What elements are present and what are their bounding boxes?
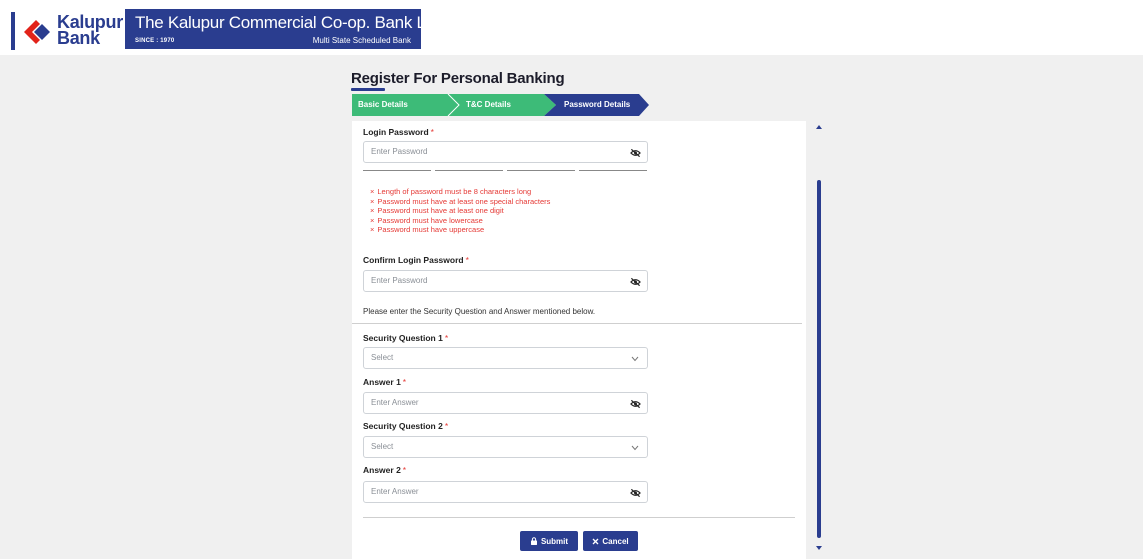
password-rule-text: Password must have at least one digit (377, 206, 504, 216)
password-rule: × Password must have at least one digit (370, 206, 550, 216)
password-rule: × Password must have uppercase (370, 225, 550, 235)
confirm-password-label: Confirm Login Password * (363, 255, 469, 265)
login-password-input[interactable]: Enter Password (363, 141, 648, 163)
bank-tagline: Multi State Scheduled Bank (312, 36, 411, 45)
answer-2-label-text: Answer 2 (363, 465, 401, 475)
actions-divider (363, 517, 795, 518)
login-password-label-text: Login Password (363, 127, 429, 137)
strength-bar-1 (363, 170, 431, 171)
confirm-password-placeholder: Enter Password (371, 276, 428, 285)
security-info-text: Please enter the Security Question and A… (363, 307, 596, 316)
security-question-1-label-text: Security Question 1 (363, 333, 443, 343)
close-icon: × (370, 215, 375, 225)
eye-off-icon[interactable] (630, 488, 641, 498)
submit-button-label: Submit (540, 536, 569, 546)
close-icon: × (370, 187, 375, 196)
chevron-down-icon (631, 356, 639, 362)
eye-off-icon[interactable] (630, 148, 641, 158)
password-rule-text: Password must have lowercase (377, 215, 483, 225)
required-mark: * (430, 127, 434, 137)
answer-1-input[interactable]: Enter Answer (363, 392, 648, 414)
close-icon: × (370, 206, 375, 216)
password-rule: × Password must have lowercase (370, 216, 550, 226)
chevron-down-icon (631, 445, 639, 451)
answer-2-input[interactable]: Enter Answer (363, 481, 648, 503)
security-question-1-label: Security Question 1 * (363, 333, 448, 343)
close-icon (592, 538, 599, 544)
strength-bar-4 (579, 170, 647, 171)
password-rule-text: Password must have uppercase (377, 225, 485, 235)
cancel-button-label: Cancel (602, 536, 629, 546)
section-divider (352, 323, 802, 324)
password-rules-list: × Length of password must be 8 characters… (370, 187, 550, 235)
close-icon: × (370, 196, 375, 206)
answer-1-label-text: Answer 1 (363, 377, 401, 387)
password-form: Login Password * Enter Password × Length o… (352, 121, 806, 559)
password-rule-text: Length of password must be 8 characters … (377, 187, 532, 196)
submit-button[interactable]: Submit (520, 531, 578, 551)
bank-banner: The Kalupur Commercial Co-op. Bank Ltd. … (125, 9, 444, 49)
page-title: Register For Personal Banking (351, 70, 565, 87)
login-password-label: Login Password * (363, 127, 434, 137)
step-divider-icon (447, 94, 460, 116)
step-tc-details[interactable]: T&C Details (446, 94, 556, 116)
title-underline (351, 88, 385, 91)
security-question-2-value: Select (371, 442, 394, 451)
strength-bar-2 (435, 170, 503, 171)
scroll-down-arrow-icon[interactable] (816, 545, 822, 551)
required-mark: * (402, 465, 407, 475)
security-question-1-value: Select (371, 353, 394, 362)
app-header: Kalupur Bank The Kalupur Commercial Co-o… (0, 0, 1143, 55)
answer-1-label: Answer 1 * (363, 377, 406, 387)
required-mark: * (444, 333, 449, 343)
scrollbar-thumb[interactable] (817, 180, 821, 538)
header-accent-bar (11, 12, 15, 50)
password-rule: × Length of password must be 8 characters… (370, 187, 550, 197)
login-password-placeholder: Enter Password (371, 147, 428, 156)
security-question-2-label: Security Question 2 * (363, 421, 448, 431)
required-mark: * (444, 421, 449, 431)
eye-off-icon[interactable] (630, 277, 641, 287)
required-mark: * (465, 255, 469, 265)
bank-logo[interactable]: Kalupur Bank (22, 13, 130, 48)
confirm-password-input[interactable]: Enter Password (363, 270, 648, 292)
scroll-up-arrow-icon[interactable] (816, 124, 822, 130)
password-rule: × Password must have at least one special… (370, 197, 550, 207)
strength-bar-3 (507, 170, 575, 171)
kalupur-logo-icon (24, 20, 50, 44)
since-text: SINCE : 1970 (135, 38, 175, 44)
answer-1-placeholder: Enter Answer (371, 398, 419, 407)
lock-icon (530, 537, 537, 545)
required-mark: * (402, 377, 407, 387)
security-question-2-label-text: Security Question 2 (363, 421, 443, 431)
answer-2-placeholder: Enter Answer (371, 487, 419, 496)
step-password-details[interactable]: Password Details (544, 94, 649, 116)
logo-text: Kalupur Bank (57, 13, 123, 48)
bank-title: The Kalupur Commercial Co-op. Bank Ltd. (135, 13, 444, 32)
password-rule-text: Password must have at least one special … (377, 196, 551, 206)
security-question-2-select[interactable]: Select (363, 436, 648, 458)
step-basic-details[interactable]: Basic Details (352, 94, 460, 116)
cancel-button[interactable]: Cancel (583, 531, 638, 551)
confirm-password-label-text: Confirm Login Password (363, 255, 464, 265)
security-question-1-select[interactable]: Select (363, 347, 648, 369)
registration-stepper: Basic Details T&C Details Password Detai… (352, 94, 652, 116)
answer-2-label: Answer 2 * (363, 465, 406, 475)
close-icon: × (370, 225, 375, 235)
eye-off-icon[interactable] (630, 399, 641, 409)
logo-line-2: Bank (57, 28, 100, 48)
